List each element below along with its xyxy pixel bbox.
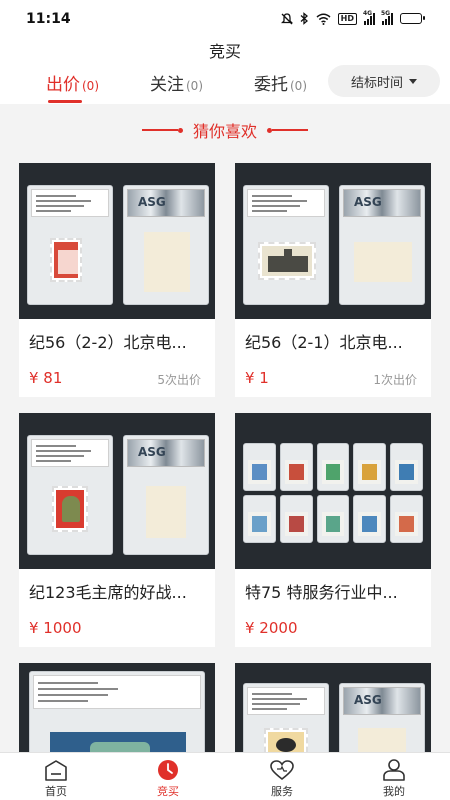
heading-decoration-left bbox=[141, 127, 183, 133]
bid-count: 1次出价 bbox=[373, 373, 417, 387]
product-card[interactable]: ASG 纪123毛主席的好战... ¥ 1000 bbox=[19, 413, 215, 647]
tab-watch-label: 关注 bbox=[150, 75, 184, 95]
tab-watch[interactable]: 关注 (0) bbox=[150, 70, 203, 95]
stamp-slab bbox=[243, 185, 329, 305]
battery-icon bbox=[400, 13, 425, 24]
product-price: ¥ 1000 bbox=[29, 619, 82, 637]
nav-profile[interactable]: 我的 bbox=[354, 753, 434, 800]
product-image: ASG bbox=[235, 663, 431, 752]
sort-dropdown[interactable]: 结标时间 bbox=[328, 65, 440, 97]
product-title: 特75 特服务行业中... bbox=[245, 583, 398, 602]
slab-grade-text: ASG bbox=[354, 693, 382, 707]
slab-grade-text: ASG bbox=[138, 195, 166, 209]
caret-down-icon bbox=[409, 78, 417, 84]
sort-label: 结标时间 bbox=[350, 75, 403, 91]
product-price: ¥ 81 bbox=[29, 369, 63, 387]
nav-profile-label: 我的 bbox=[383, 785, 405, 798]
stamp-slab-back: ASG bbox=[339, 185, 425, 305]
status-icons: HD 4G 5G bbox=[280, 9, 425, 25]
heading-decoration-right bbox=[267, 127, 308, 133]
product-title: 纪56（2-1）北京电... bbox=[245, 333, 403, 352]
slab-grade-text: ASG bbox=[138, 445, 166, 459]
product-image bbox=[19, 663, 215, 752]
tab-bids[interactable]: 出价 (0) bbox=[46, 70, 99, 95]
hd-badge: HD bbox=[337, 12, 357, 25]
signal-5g-label: 5G bbox=[381, 9, 391, 17]
product-card[interactable]: ASG bbox=[235, 663, 431, 752]
tab-commission-count: (0) bbox=[290, 79, 307, 93]
tab-commission[interactable]: 委托 (0) bbox=[254, 70, 307, 95]
product-title: 纪123毛主席的好战... bbox=[29, 583, 187, 602]
signal-5g-icon: 5G bbox=[381, 9, 393, 25]
product-card[interactable] bbox=[19, 663, 215, 752]
stamp-slab-back: ASG bbox=[123, 185, 209, 305]
nav-service[interactable]: 服务 bbox=[242, 753, 322, 800]
product-image: ASG bbox=[235, 163, 431, 319]
stamp-slab bbox=[27, 435, 113, 555]
product-card[interactable]: 特75 特服务行业中... ¥ 2000 bbox=[235, 413, 431, 647]
stamp-set-grid bbox=[243, 443, 423, 543]
heart-icon bbox=[270, 760, 294, 781]
page-title: 竞买 bbox=[208, 42, 241, 61]
stamp-slab-back: ASG bbox=[339, 683, 425, 752]
section-title: 猜你喜欢 bbox=[192, 122, 257, 141]
stamp-slab bbox=[27, 185, 113, 305]
tab-bids-count: (0) bbox=[82, 79, 99, 93]
section-heading: 猜你喜欢 bbox=[0, 118, 450, 142]
product-card[interactable]: ASG 纪56（2-1）北京电... ¥ 1 1次出价 bbox=[235, 163, 431, 397]
product-image: ASG bbox=[19, 413, 215, 569]
product-title: 纪56（2-2）北京电... bbox=[29, 333, 187, 352]
signal-4g-label: 4G bbox=[363, 9, 373, 17]
slab-grade-text: ASG bbox=[354, 195, 382, 209]
bluetooth-icon bbox=[300, 12, 308, 25]
tab-watch-count: (0) bbox=[186, 79, 203, 93]
tab-bids-label: 出价 bbox=[46, 75, 80, 95]
nav-home[interactable]: 首页 bbox=[16, 753, 96, 800]
nav-auction[interactable]: 竞买 bbox=[128, 753, 208, 800]
tab-commission-label: 委托 bbox=[254, 75, 288, 95]
home-icon bbox=[45, 760, 67, 781]
nav-service-label: 服务 bbox=[271, 785, 293, 798]
bottom-navigation: 首页 竞买 服务 我的 bbox=[0, 752, 450, 800]
stamp-slab bbox=[29, 671, 205, 752]
bid-count: 5次出价 bbox=[157, 373, 201, 387]
nav-auction-label: 竞买 bbox=[157, 785, 179, 798]
stamp-slab-back: ASG bbox=[123, 435, 209, 555]
status-bar: 11:14 HD 4G 5G bbox=[0, 0, 450, 38]
status-time: 11:14 bbox=[26, 11, 71, 27]
active-tab-indicator bbox=[48, 100, 82, 103]
profile-icon bbox=[383, 759, 405, 781]
product-image bbox=[235, 413, 431, 569]
mute-icon bbox=[280, 12, 293, 24]
product-price: ¥ 2000 bbox=[245, 619, 298, 637]
header: 竞买 出价 (0) 关注 (0) 委托 (0) 结标时间 bbox=[0, 38, 450, 104]
nav-home-label: 首页 bbox=[45, 785, 67, 798]
auction-clock-icon bbox=[158, 760, 178, 780]
product-price: ¥ 1 bbox=[245, 369, 269, 387]
stamp-slab bbox=[243, 683, 329, 752]
signal-4g-icon: 4G bbox=[363, 9, 375, 25]
product-image: ASG bbox=[19, 163, 215, 319]
product-card[interactable]: ASG 纪56（2-2）北京电... ¥ 81 5次出价 bbox=[19, 163, 215, 397]
wifi-icon bbox=[316, 13, 331, 25]
